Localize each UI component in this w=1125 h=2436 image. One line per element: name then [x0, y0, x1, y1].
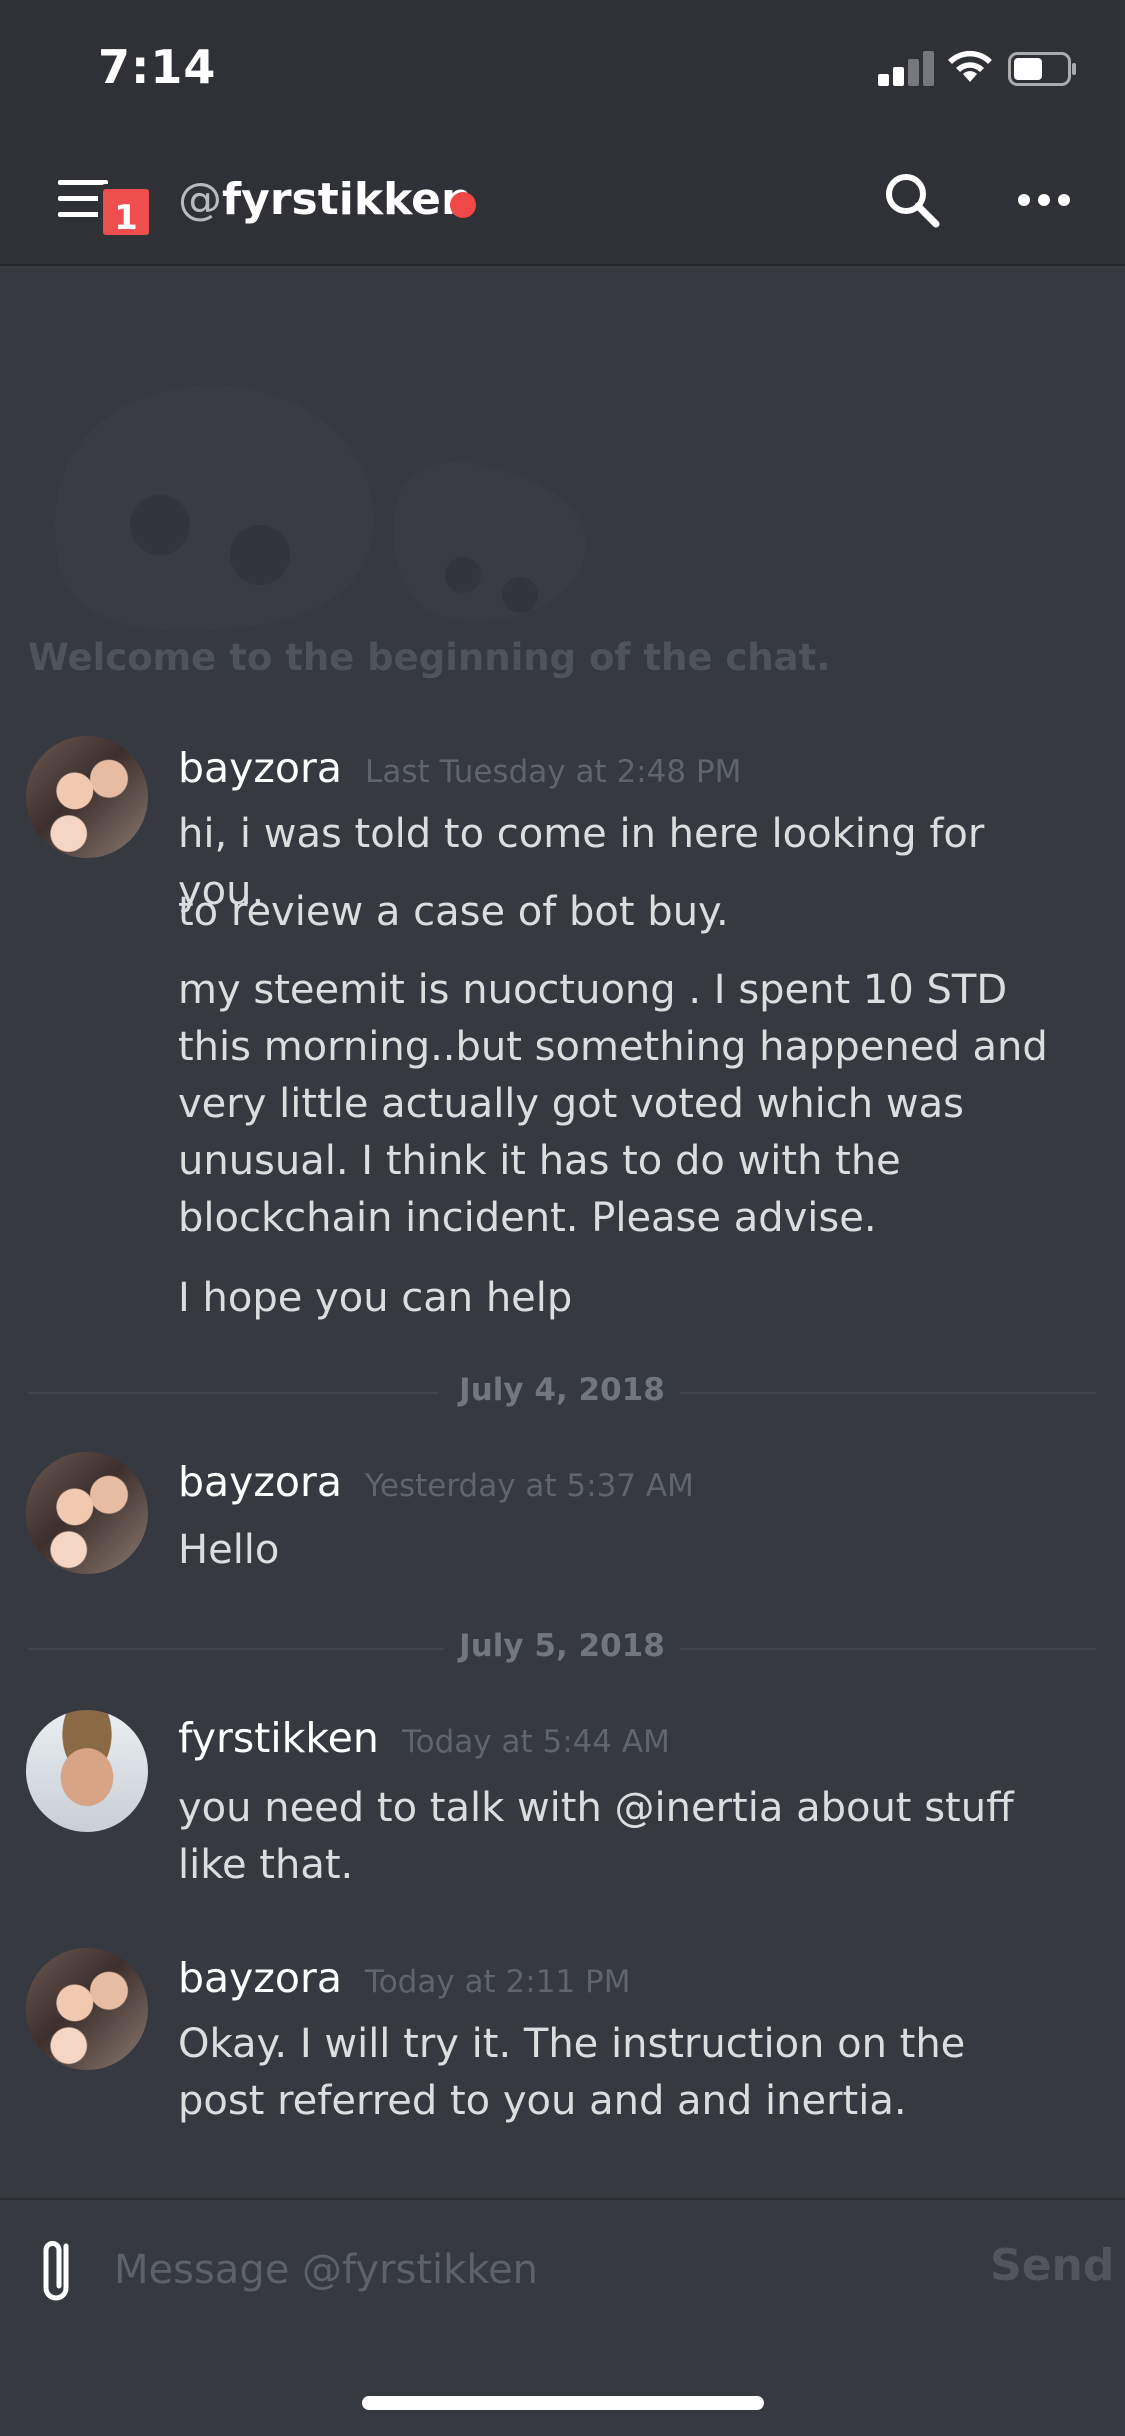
message-text: my steemit is nuoctuong . I spent 10 STD… — [178, 967, 1048, 1241]
message-text: to review a case of bot buy. — [178, 889, 729, 935]
wifi-icon — [948, 50, 992, 82]
message-text: I hope you can help — [178, 1275, 573, 1321]
divider-label: July 5, 2018 — [459, 1628, 665, 1664]
message-text: you need to talk with @inertia about stu… — [178, 1785, 1014, 1888]
message-header: bayzora Last Tuesday at 2:48 PM — [178, 744, 741, 792]
author-name[interactable]: bayzora — [178, 1458, 342, 1506]
author-name[interactable]: fyrstikken — [178, 1714, 379, 1762]
channel-header: 1 @ fyrstikken — [0, 140, 1125, 266]
status-bar: 7:14 — [0, 0, 1125, 140]
search-icon[interactable] — [880, 168, 944, 232]
more-options-icon[interactable] — [1016, 188, 1072, 212]
welcome-message: Welcome to the beginning of the chat. — [28, 636, 831, 679]
author-name[interactable]: bayzora — [178, 744, 342, 792]
welcome-illustration — [54, 384, 586, 632]
unread-badge: 1 — [98, 184, 154, 240]
message-text: Hello — [178, 1527, 280, 1573]
attachment-icon[interactable] — [36, 2232, 80, 2308]
divider-label: July 4, 2018 — [459, 1372, 665, 1408]
channel-name[interactable]: fyrstikken — [222, 174, 472, 225]
message-text: Okay. I will try it. The instruction on … — [178, 2021, 966, 2124]
message-timestamp: Today at 2:11 PM — [365, 1964, 631, 2000]
message-timestamp: Yesterday at 5:37 AM — [365, 1468, 694, 1504]
home-indicator[interactable] — [362, 2396, 764, 2410]
author-name[interactable]: bayzora — [178, 1954, 342, 2002]
date-divider: July 4, 2018 — [28, 1372, 1096, 1412]
send-button[interactable]: Send — [990, 2240, 1114, 2291]
message-header: bayzora Today at 2:11 PM — [178, 1954, 630, 2002]
battery-icon — [1008, 52, 1076, 86]
message-input[interactable] — [114, 2240, 934, 2300]
avatar[interactable] — [26, 1452, 148, 1574]
avatar[interactable] — [26, 1710, 148, 1832]
at-symbol: @ — [178, 174, 222, 225]
message-header: fyrstikken Today at 5:44 AM — [178, 1714, 670, 1762]
avatar[interactable] — [26, 736, 148, 858]
message-timestamp: Today at 5:44 AM — [401, 1724, 670, 1760]
status-indicator — [450, 192, 476, 218]
status-time: 7:14 — [98, 40, 217, 94]
message-timestamp: Last Tuesday at 2:48 PM — [365, 754, 742, 790]
cellular-signal-icon — [878, 50, 934, 86]
avatar[interactable] — [26, 1948, 148, 2070]
date-divider: July 5, 2018 — [28, 1628, 1096, 1668]
message-header: bayzora Yesterday at 5:37 AM — [178, 1458, 694, 1506]
